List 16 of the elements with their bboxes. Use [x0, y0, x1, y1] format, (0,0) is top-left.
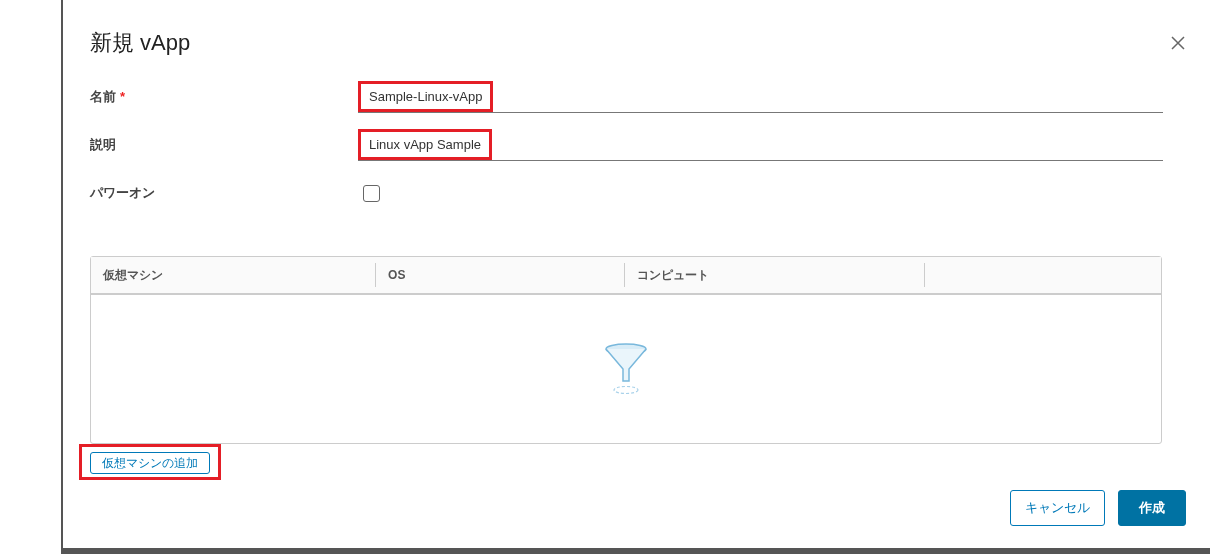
column-header[interactable]: コンピュート [637, 266, 710, 284]
cancel-button[interactable]: キャンセル [1010, 490, 1105, 526]
column-header[interactable]: OS [388, 266, 406, 284]
add-vm-button[interactable]: 仮想マシンの追加 [90, 452, 210, 474]
checkbox[interactable] [363, 184, 380, 202]
close-icon[interactable] [1170, 34, 1186, 51]
empty-funnel-icon [604, 343, 648, 395]
column-header[interactable]: 仮想マシン [103, 266, 163, 284]
field-label: 説明 [90, 137, 116, 153]
field-label: 名前 [90, 89, 116, 105]
required-mark: * [120, 89, 126, 105]
dialog-title: 新規 vApp [90, 29, 191, 57]
field-label: パワーオン [90, 185, 155, 201]
text-field[interactable]: Linux vApp Sample [358, 129, 1163, 161]
create-button[interactable]: 作成 [1118, 490, 1186, 526]
text-field[interactable]: Sample-Linux-vApp [358, 81, 1163, 113]
